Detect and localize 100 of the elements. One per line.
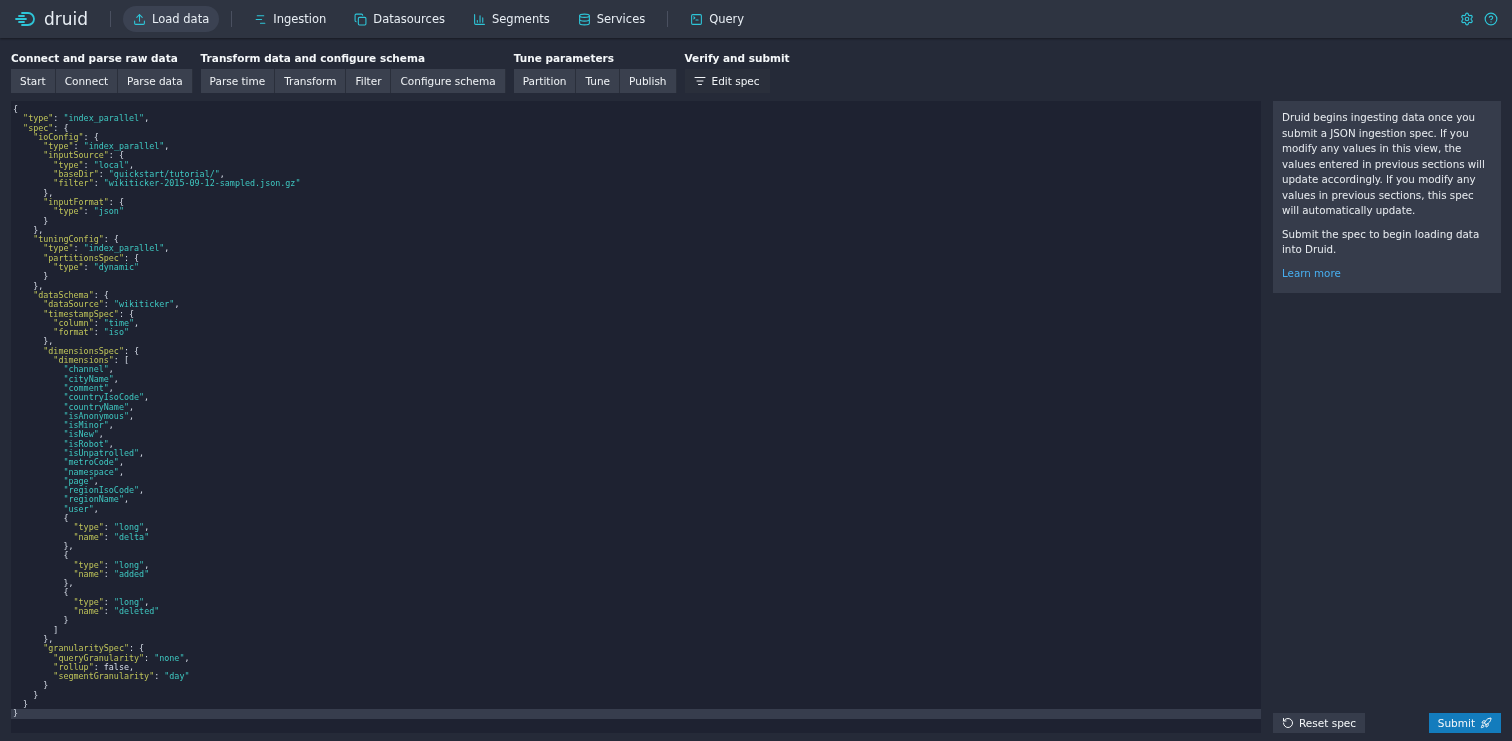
step-tab[interactable]: Start <box>11 69 56 93</box>
code-line: "type": "index_parallel", <box>43 244 171 254</box>
logo-icon <box>14 11 38 27</box>
reset-icon <box>1282 717 1294 729</box>
code-line: "dimensionsSpec": { <box>42 346 141 356</box>
code-line: "baseDir": "quickstart/tutorial/", <box>52 170 225 180</box>
code-line: }, <box>62 541 75 552</box>
code-line: "isNew", <box>62 430 105 440</box>
code-line: "channel", <box>62 365 115 375</box>
help-icon[interactable] <box>1484 12 1498 26</box>
code-line: "comment", <box>62 383 115 393</box>
step-tab[interactable]: Parse data <box>118 69 193 93</box>
code-line: }, <box>62 579 75 589</box>
nav-tab[interactable]: Datasources <box>344 6 455 32</box>
code-line: }, <box>32 281 44 291</box>
code-line: "ioConfig": { <box>33 132 99 143</box>
step-group-title: Tune parameters <box>513 52 615 64</box>
nav-tab[interactable]: Services <box>567 6 656 32</box>
nav-icon <box>254 12 268 26</box>
code-line: "inputSource": { <box>42 151 124 161</box>
code-line: "granularitySpec": { <box>42 644 146 654</box>
submit-button[interactable]: Submit <box>1428 713 1501 733</box>
step-tab[interactable]: Edit spec <box>684 69 770 93</box>
code-line: "column": "time", <box>53 318 141 328</box>
code-line: "countryName", <box>62 402 135 412</box>
druid-logo[interactable]: druid <box>14 9 89 29</box>
code-line: }, <box>42 337 55 347</box>
code-line: "dimensions": [ <box>53 356 130 365</box>
code-line: "type": "json" <box>53 207 125 217</box>
nav-icon <box>472 12 486 26</box>
code-line: { <box>62 514 70 524</box>
code-line: { <box>12 105 20 115</box>
code-line: "type": "index_parallel", <box>43 142 171 152</box>
code-line: }, <box>32 225 44 236</box>
code-line: "name": "added" <box>72 569 151 580</box>
code-line: "timestampSpec": { <box>42 309 136 319</box>
step-tab[interactable]: Configure schema <box>391 69 506 93</box>
code-line: "type": "long", <box>72 597 150 608</box>
nav-icon <box>133 12 147 26</box>
step-group-title: Connect and parse raw data <box>11 52 179 64</box>
nav-icon <box>354 12 368 26</box>
code-line: "isMinor", <box>62 421 114 431</box>
code-line: "type": "dynamic" <box>53 263 141 273</box>
step-tab[interactable]: Filter <box>346 69 392 93</box>
learn-more-link[interactable]: Learn more <box>1282 266 1341 279</box>
nav-tab[interactable]: Ingestion <box>244 6 337 32</box>
code-line: "spec": { <box>22 123 69 133</box>
step-tab[interactable]: Transform <box>275 69 347 93</box>
code-line: "user", <box>62 504 99 514</box>
code-line: "regionName", <box>62 495 129 505</box>
step-tab[interactable]: Parse time <box>200 69 276 93</box>
code-line: "rollup": false, <box>52 662 135 673</box>
code-line: "type": "index_parallel", <box>22 114 151 124</box>
code-line: }, <box>42 188 54 198</box>
code-line: "isUnpatrolled", <box>62 449 146 459</box>
rocket-icon <box>1480 717 1492 729</box>
code-line: "type": "local", <box>53 160 135 171</box>
code-line: "isRobot", <box>62 439 115 449</box>
code-line: "countryIsoCode", <box>62 393 151 403</box>
code-line: "dataSchema": { <box>32 290 110 300</box>
step-group-title: Transform data and configure schema <box>200 52 426 64</box>
logo-text: druid <box>44 9 89 29</box>
nav-icon <box>577 12 591 26</box>
step-group-title: Verify and submit <box>684 52 790 64</box>
code-line: } <box>43 272 50 282</box>
code-line: } <box>62 616 70 626</box>
code-line: "partitionsSpec": { <box>42 253 140 264</box>
code-line: "type": "long", <box>72 560 151 570</box>
code-line: "tuningConfig": { <box>32 235 119 245</box>
settings-icon[interactable] <box>1460 12 1474 26</box>
code-line: "dataSource": "wikiticker", <box>42 300 181 310</box>
step-tab[interactable]: Connect <box>55 69 119 93</box>
code-line: "namespace", <box>62 467 125 477</box>
code-line: "format": "iso" <box>52 328 130 338</box>
code-line: "inputFormat": { <box>42 197 125 208</box>
nav-tab[interactable]: Query <box>680 6 755 32</box>
code-line: { <box>62 588 69 598</box>
code-line: } <box>32 690 40 700</box>
code-line: "name": "deleted" <box>72 607 161 617</box>
code-line: } <box>22 700 30 710</box>
step-tab[interactable]: Publish <box>620 69 677 93</box>
code-line: "filter": "wikiticker-2015-09-12-sampled.json.gz" <box>52 179 302 189</box>
nav-icon <box>690 12 704 26</box>
step-tab[interactable]: Tune <box>576 69 621 93</box>
code-line: "queryGranularity": "none", <box>53 653 191 663</box>
code-line: "segmentGranularity": "day" <box>52 672 191 682</box>
code-line: { <box>62 551 69 561</box>
code-line: "regionIsoCode", <box>62 486 146 496</box>
code-line: "name": "delta" <box>72 532 151 542</box>
nav-tab[interactable]: Segments <box>462 6 560 32</box>
code-line: "type": "long", <box>72 523 151 533</box>
code-line: "isAnonymous", <box>62 411 136 422</box>
reset-spec-button[interactable]: Reset spec <box>1273 713 1366 733</box>
nav-tab[interactable]: Load data <box>123 6 220 32</box>
code-line: "cityName", <box>62 374 120 384</box>
code-line: }, <box>42 634 54 645</box>
code-line: "metroCode", <box>62 458 124 468</box>
code-line: ] <box>52 625 60 635</box>
info-text: Druid begins ingesting data once you submit a JSON ingestion spec. If you modify any values in this view, the values entered in previous sections will update accordingly. If you modify any values in previous sections, this spec will automatically update. <box>1282 110 1486 218</box>
step-tab[interactable]: Partition <box>513 69 577 93</box>
